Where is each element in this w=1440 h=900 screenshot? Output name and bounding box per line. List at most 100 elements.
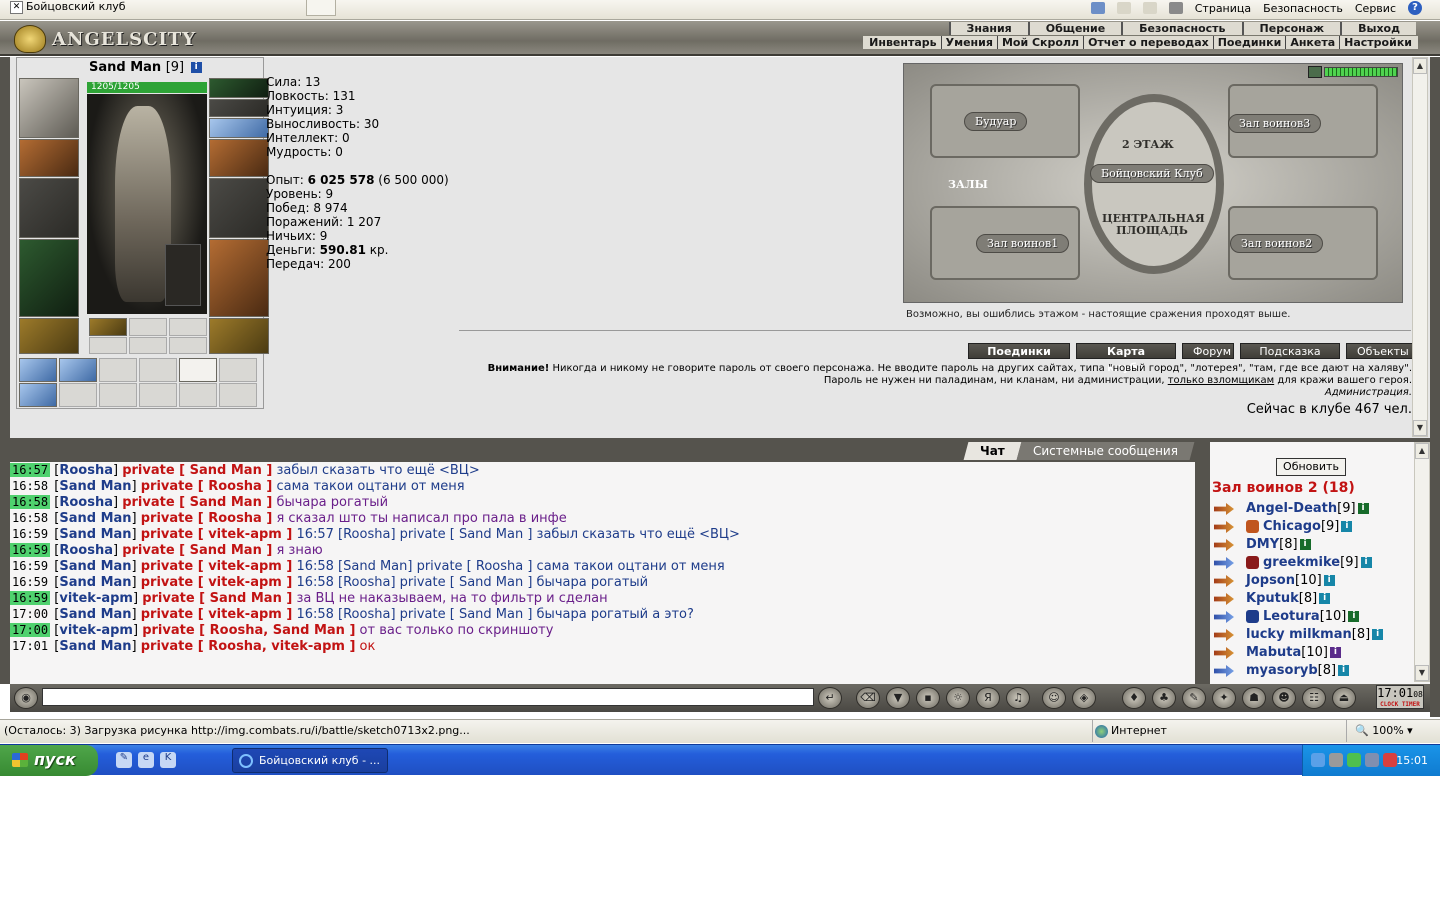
private-arrow-icon[interactable]	[1214, 575, 1234, 587]
bag-slot-6[interactable]	[219, 358, 257, 382]
tray-icon-2[interactable]	[1329, 753, 1343, 767]
tab-system-messages[interactable]: Системные сообщения	[1016, 442, 1195, 460]
user-info-icon[interactable]: i	[1372, 629, 1384, 640]
new-tab-button[interactable]	[306, 0, 336, 16]
zoom-control[interactable]: 🔍 100% ▾	[1346, 720, 1413, 742]
save-log-icon[interactable]: ▪	[916, 687, 940, 709]
chat-author[interactable]: Sand Man	[59, 639, 131, 654]
action-icon[interactable]: ☼	[946, 687, 970, 709]
user-name[interactable]: Kputuk	[1246, 591, 1299, 606]
chat-author[interactable]: Sand Man	[59, 575, 131, 590]
user-name[interactable]: myasoryb	[1246, 663, 1318, 678]
chat-recipients[interactable]: private [ Sand Man ]	[122, 463, 272, 478]
hackers-link[interactable]: только взломщикам	[1168, 375, 1274, 386]
chat-recipients[interactable]: private [ Roosha, vitek-apm ]	[141, 639, 356, 654]
chat-recipients[interactable]: private [ vitek-apm ]	[141, 607, 293, 622]
chat-time[interactable]: 16:58	[10, 479, 50, 493]
nav-profile[interactable]: Анкета	[1286, 36, 1341, 49]
clear-icon[interactable]: ⌫	[856, 687, 880, 709]
bag-slot-7[interactable]	[19, 383, 57, 407]
private-arrow-icon[interactable]	[1214, 503, 1234, 515]
chat-time[interactable]: 16:59	[10, 559, 50, 573]
map-boudoir[interactable]: Будуар	[964, 112, 1028, 131]
boots-slot[interactable]	[209, 318, 269, 354]
user-info-icon[interactable]: i	[1338, 665, 1350, 676]
character-portrait[interactable]	[87, 94, 207, 314]
main-scrollbar[interactable]: ▲ ▼	[1412, 57, 1428, 437]
contacts-icon[interactable]: ☷	[1302, 687, 1326, 709]
nav-transfer-report[interactable]: Отчет о переводах	[1084, 36, 1214, 49]
chat-author[interactable]: Sand Man	[59, 527, 131, 542]
chat-settings-icon[interactable]: ◈	[1072, 687, 1096, 709]
chat-author[interactable]: vitek-apm	[59, 591, 133, 606]
bag-slot-5[interactable]	[179, 358, 217, 382]
battles-button[interactable]: Поединки	[968, 343, 1070, 359]
nav-exit[interactable]: Выход	[1340, 22, 1416, 35]
bag-slot-11[interactable]	[179, 383, 217, 407]
user-info-icon[interactable]: i	[1341, 521, 1353, 532]
map-hall1[interactable]: Зал воинов1	[976, 234, 1070, 253]
user-row[interactable]: Chicago[9] i	[1212, 518, 1412, 536]
scroll-slot-6[interactable]	[169, 337, 207, 354]
chat-recipients[interactable]: private [ Roosha ]	[141, 511, 273, 526]
pet-image[interactable]	[165, 244, 201, 306]
users-scrollbar[interactable]: ▲ ▼	[1414, 442, 1430, 682]
bracers-slot[interactable]	[19, 139, 79, 177]
user-row[interactable]: myasoryb[8] i	[1212, 662, 1412, 680]
chat-time[interactable]: 16:58	[10, 495, 51, 509]
rings-slot[interactable]	[209, 118, 269, 138]
tray-icon-1[interactable]	[1311, 753, 1325, 767]
user-info-icon[interactable]: i	[1299, 539, 1311, 550]
private-arrow-icon[interactable]	[1214, 557, 1234, 569]
browser-tab[interactable]: ✕ Бойцовский клуб	[4, 0, 304, 16]
chat-author[interactable]: Roosha	[59, 463, 113, 478]
users-scroll-up-icon[interactable]: ▲	[1415, 443, 1429, 459]
chat-time[interactable]: 17:01	[10, 639, 50, 653]
user-info-icon[interactable]: i	[1360, 557, 1372, 568]
map-fight-club[interactable]: Бойцовский Клуб	[1090, 164, 1214, 183]
chat-time[interactable]: 17:00	[10, 623, 51, 637]
user-row[interactable]: Mabuta[10] i	[1212, 644, 1412, 662]
private-arrow-icon[interactable]	[1214, 593, 1234, 605]
weapon-slot[interactable]	[19, 178, 79, 238]
shield-slot[interactable]	[209, 178, 269, 238]
scroll-slot-5[interactable]	[129, 337, 167, 354]
chat-author[interactable]: Roosha	[59, 495, 113, 510]
bag-slot-1[interactable]	[19, 358, 57, 382]
nav-my-scroll[interactable]: Мой Скролл	[998, 36, 1085, 49]
scroll-up-icon[interactable]: ▲	[1413, 58, 1427, 74]
user-info-icon[interactable]: i	[1348, 611, 1360, 622]
chat-time[interactable]: 16:59	[10, 591, 51, 605]
filter-icon[interactable]: ▼	[886, 687, 910, 709]
service-menu[interactable]: Сервис	[1355, 2, 1396, 15]
clan-icon[interactable]	[1246, 520, 1259, 533]
chat-author[interactable]: Sand Man	[59, 559, 131, 574]
security-menu[interactable]: Безопасность	[1263, 2, 1343, 15]
nav-communication[interactable]: Общение	[1027, 22, 1122, 35]
send-icon[interactable]: ↵	[818, 687, 842, 709]
user-row[interactable]: Leotura[10] i	[1212, 608, 1412, 626]
tray-network-icon[interactable]	[1365, 753, 1379, 767]
user-info-icon[interactable]: i	[1319, 593, 1331, 604]
friends-icon[interactable]: ☻	[1272, 687, 1296, 709]
print-icon[interactable]	[1168, 2, 1183, 14]
chat-author[interactable]: Sand Man	[59, 511, 131, 526]
quest-icon[interactable]: ✎	[1182, 687, 1206, 709]
bag-slot-12[interactable]	[219, 383, 257, 407]
scroll-down-icon[interactable]: ▼	[1413, 420, 1427, 436]
nav-character[interactable]: Персонаж	[1241, 22, 1341, 35]
chat-author[interactable]: vitek-apm	[59, 623, 133, 638]
nav-skills[interactable]: Умения	[942, 36, 998, 49]
chat-author[interactable]: Sand Man	[59, 479, 131, 494]
quicklaunch-browser-icon[interactable]: e	[138, 752, 154, 768]
scroll-slot-4[interactable]	[89, 337, 127, 354]
map-hall3[interactable]: Зал воинов3	[1228, 114, 1322, 133]
chat-time[interactable]: 16:58	[10, 511, 50, 525]
spell-icon[interactable]: ✦	[1212, 687, 1236, 709]
chat-recipients[interactable]: private [ Roosha ]	[141, 479, 273, 494]
bag-slot-9[interactable]	[99, 383, 137, 407]
chat-recipients[interactable]: private [ vitek-apm ]	[141, 559, 293, 574]
user-row[interactable]: DMY[8] i	[1212, 536, 1412, 554]
club-map-button[interactable]: Карта клуба	[1076, 343, 1176, 374]
user-name[interactable]: Jopson	[1246, 573, 1295, 588]
